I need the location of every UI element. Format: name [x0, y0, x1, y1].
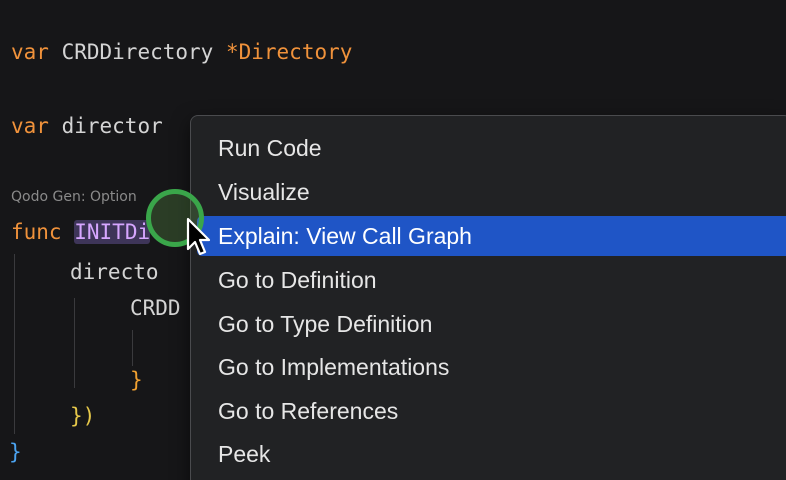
- code-text: directo: [70, 260, 159, 284]
- keyword: var: [11, 114, 49, 138]
- function-name: INIT: [74, 220, 125, 244]
- code-text: CRDD: [130, 296, 181, 320]
- closing-brace: }): [70, 404, 96, 428]
- closing-brace: }: [130, 368, 143, 392]
- code-line: }): [70, 402, 95, 430]
- code-line: directo: [70, 258, 159, 286]
- mouse-pointer-icon: [186, 217, 211, 256]
- variable-name: director: [61, 114, 163, 138]
- code-line: }: [9, 438, 22, 466]
- menu-item-go-to-definition[interactable]: Go to Definition: [197, 260, 786, 300]
- variable-name: CRDDirectory: [61, 40, 214, 64]
- menu-item-peek[interactable]: Peek: [197, 434, 786, 474]
- code-line: }: [130, 366, 143, 394]
- codelens-qodo-gen[interactable]: Qodo Gen: Option: [11, 189, 137, 205]
- menu-item-go-to-references[interactable]: Go to References: [197, 391, 786, 431]
- type-name: *Directory: [225, 40, 353, 64]
- function-name-selected[interactable]: INITDi: [74, 220, 151, 244]
- keyword: func: [11, 220, 62, 244]
- code-line: func INITDi: [11, 218, 151, 246]
- context-menu: Run Code Visualize Explain: View Call Gr…: [190, 115, 786, 480]
- keyword: var: [11, 40, 49, 64]
- indent-guide: [132, 330, 133, 366]
- closing-brace: }: [9, 440, 22, 464]
- menu-item-visualize[interactable]: Visualize: [197, 172, 786, 212]
- code-line: CRDD: [130, 294, 181, 322]
- indent-guide: [14, 254, 15, 434]
- menu-item-go-to-implementations[interactable]: Go to Implementations: [197, 347, 786, 387]
- indent-guide: [74, 298, 75, 388]
- code-line: var director: [11, 112, 163, 140]
- code-line: var CRDDirectory *Directory: [11, 38, 352, 66]
- menu-item-go-to-type-definition[interactable]: Go to Type Definition: [197, 304, 786, 344]
- menu-item-run-code[interactable]: Run Code: [197, 128, 786, 168]
- menu-item-explain-view-call-graph[interactable]: Explain: View Call Graph: [197, 216, 786, 256]
- screen: var CRDDirectory *Directory var director…: [0, 0, 786, 480]
